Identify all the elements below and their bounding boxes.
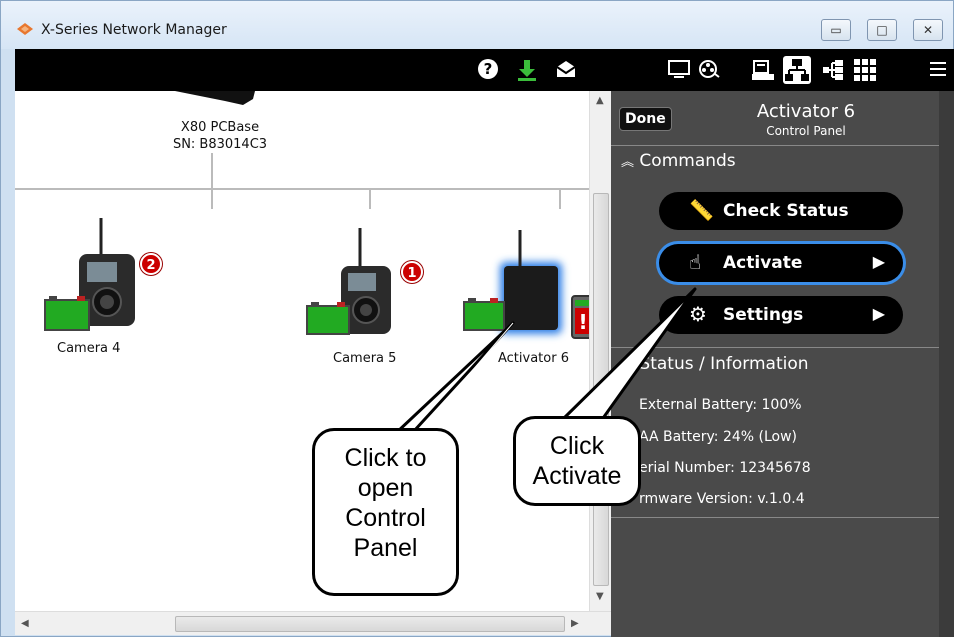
button-label: Activate — [723, 253, 803, 273]
scroll-down-icon[interactable]: ▼ — [596, 591, 604, 602]
activate-button[interactable]: ☝ Activate ▶ — [659, 244, 903, 282]
panel-subtitle: Control Panel — [766, 124, 846, 138]
hand-pointer-icon: ☝ — [689, 250, 702, 274]
grid-icon[interactable] — [853, 58, 877, 87]
toolbar: ? — [15, 49, 954, 91]
scroll-left-icon[interactable]: ◀ — [21, 618, 29, 629]
svg-text:?: ? — [484, 60, 493, 78]
gear-icon: ⚙ — [689, 302, 707, 326]
title-bar: X-Series Network Manager ▭ □ ✕ — [1, 1, 953, 49]
callout-click-activate: Click Activate — [513, 416, 641, 506]
close-icon: ✕ — [922, 23, 934, 37]
camera-icon — [44, 218, 135, 331]
minimize-icon: ▭ — [830, 23, 842, 37]
play-arrow-icon: ▶ — [872, 252, 885, 271]
window-title: X-Series Network Manager — [41, 22, 227, 38]
alert-count-badge: 1 — [401, 261, 423, 283]
pcbase-name: X80 PCBase — [180, 120, 260, 135]
monitor-icon[interactable] — [667, 58, 691, 85]
menu-icon[interactable] — [929, 58, 947, 85]
app-logo-icon — [17, 23, 33, 35]
vertical-scrollbar[interactable]: ▲ ▼ — [589, 91, 611, 611]
firmware-version-info: rmware Version: v.1.0.4 — [639, 491, 805, 507]
pcbase-serial: SN: B83014C3 — [172, 137, 268, 152]
panel-title: Activator 6 — [756, 101, 856, 122]
network-icon[interactable] — [783, 56, 811, 84]
play-arrow-icon: ▶ — [872, 304, 885, 323]
commands-header-label: Commands — [639, 151, 736, 171]
status-header-label: Status / Information — [639, 354, 809, 374]
mail-icon[interactable] — [555, 58, 577, 85]
ruler-icon: 📏 — [689, 198, 714, 222]
collapse-chevron-icon: ︽ — [621, 155, 635, 170]
scroll-right-icon[interactable]: ▶ — [571, 618, 579, 629]
warning-icon: ! — [578, 310, 587, 334]
app-window: X-Series Network Manager ▭ □ ✕ ? X80 PCB… — [0, 0, 954, 637]
divider — [611, 347, 939, 348]
topology-icon[interactable] — [821, 58, 845, 87]
maximize-icon: □ — [876, 23, 888, 37]
button-label: Settings — [723, 305, 804, 325]
button-label: Check Status — [723, 201, 849, 221]
control-panel: Done Activator 6 Control Panel ︽ Command… — [611, 91, 939, 637]
alert-count-badge: 2 — [140, 253, 162, 275]
done-button[interactable]: Done — [619, 107, 672, 131]
activator-icon: ! — [463, 230, 595, 339]
horizontal-scrollbar[interactable]: ◀ ▶ — [15, 611, 611, 635]
external-battery-info: External Battery: 100% — [639, 397, 802, 413]
camera-reel-icon[interactable] — [697, 58, 721, 85]
pcbase-label[interactable]: X80 PCBase SN: B83014C3 — [130, 119, 310, 153]
divider — [611, 145, 939, 146]
help-icon[interactable]: ? — [477, 58, 499, 85]
close-button[interactable]: ✕ — [913, 19, 943, 41]
device-label: Camera 5 — [333, 351, 397, 366]
panel-scrollbar[interactable] — [939, 91, 954, 637]
serial-number-info: erial Number: 12345678 — [639, 460, 811, 476]
download-icon[interactable] — [515, 58, 539, 87]
aa-battery-info: AA Battery: 24% (Low) — [639, 429, 798, 445]
device-label: Activator 6 — [498, 351, 569, 366]
device-activator-6[interactable]: ! Activator 6 — [460, 226, 610, 366]
divider — [611, 517, 939, 518]
horizontal-scroll-thumb[interactable] — [175, 616, 565, 632]
collapse-chevron-icon: ︽ — [621, 358, 635, 373]
check-status-button[interactable]: 📏 Check Status — [659, 192, 903, 230]
commands-section-header[interactable]: ︽ Commands — [611, 151, 939, 171]
status-section-header[interactable]: ︽ Status / Information — [611, 354, 939, 374]
settings-button[interactable]: ⚙ Settings ▶ — [659, 296, 903, 334]
vertical-scroll-thumb[interactable] — [593, 193, 609, 586]
minimize-button[interactable]: ▭ — [821, 19, 851, 41]
scroll-up-icon[interactable]: ▲ — [596, 95, 604, 106]
print-icon[interactable] — [751, 58, 775, 87]
maximize-button[interactable]: □ — [867, 19, 897, 41]
callout-open-control-panel: Click to open Control Panel — [312, 428, 459, 596]
device-camera-5[interactable]: Camera 5 — [305, 226, 425, 366]
device-label: Camera 4 — [57, 341, 121, 356]
camera-icon — [306, 228, 391, 335]
device-camera-4[interactable]: Camera 4 — [43, 216, 173, 356]
